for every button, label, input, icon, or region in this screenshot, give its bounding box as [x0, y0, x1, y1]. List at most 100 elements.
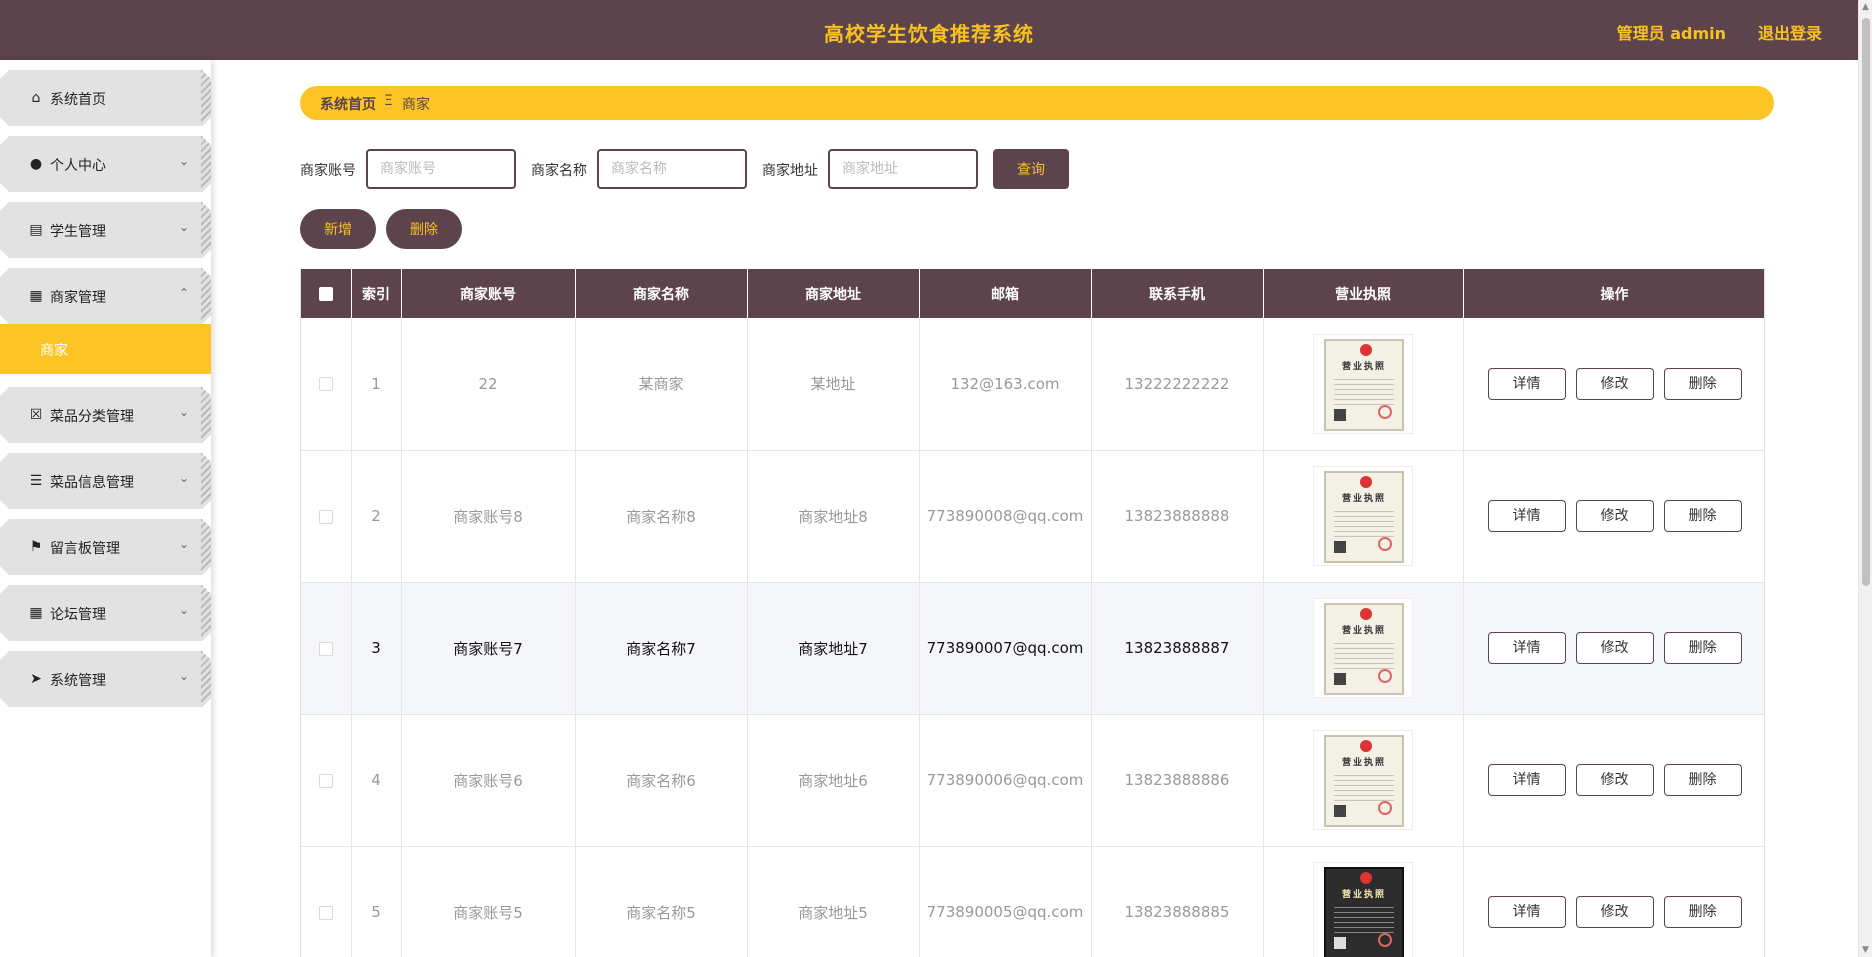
table-row[interactable]: 5 商家账号5 商家名称5 商家地址5 773890005@qq.com 138… — [301, 846, 1764, 957]
row-checkbox[interactable] — [318, 773, 333, 788]
row-checkbox[interactable] — [318, 377, 333, 392]
index-cell: 4 — [351, 714, 402, 847]
sidebar-item-forum-management[interactable]: ▦ 论坛管理 ⌄ — [0, 585, 211, 641]
row-checkbox[interactable] — [318, 641, 333, 656]
sidebar-item-student-management[interactable]: ▤ 学生管理 ⌄ — [0, 202, 211, 258]
account-cell: 商家账号5 — [401, 846, 576, 957]
table-row[interactable]: 2 商家账号8 商家名称8 商家地址8 773890008@qq.com 138… — [301, 450, 1764, 583]
license-cell: 营业执照 — [1263, 714, 1464, 847]
delete-button[interactable]: 删除 — [1663, 764, 1742, 796]
edit-button[interactable]: 修改 — [1575, 500, 1654, 532]
batch-delete-button[interactable]: 删除 — [386, 209, 462, 249]
menu-corner-decoration — [201, 651, 211, 707]
table-row[interactable]: 1 22 某商家 某地址 132@163.com 13222222222 营业执… — [301, 318, 1764, 451]
operation-cell: 详情 修改 删除 — [1463, 450, 1764, 583]
account-cell: 商家账号6 — [401, 714, 576, 847]
add-button[interactable]: 新增 — [300, 209, 376, 249]
menu-corner-decoration — [201, 519, 211, 575]
page-scrollbar[interactable]: ▲ ▼ — [1858, 0, 1872, 957]
delete-button[interactable]: 删除 — [1663, 896, 1742, 928]
detail-button[interactable]: 详情 — [1487, 500, 1566, 532]
sidebar-item-label: 个人中心 — [50, 158, 106, 174]
column-header: 营业执照 — [1263, 269, 1464, 318]
edit-button[interactable]: 修改 — [1575, 896, 1654, 928]
scrollbar-thumb[interactable] — [1862, 18, 1870, 586]
name-search-label: 商家名称 — [531, 163, 587, 179]
email-cell: 773890008@qq.com — [919, 450, 1092, 583]
row-checkbox[interactable] — [318, 509, 333, 524]
sidebar-item-label: 论坛管理 — [50, 607, 106, 623]
sidebar-item-label: 留言板管理 — [50, 541, 120, 557]
sidebar-item-dish-info-management[interactable]: ☰ 菜品信息管理 ⌄ — [0, 453, 211, 509]
sidebar-subitem-label: 商家 — [40, 343, 68, 359]
detail-button[interactable]: 详情 — [1487, 632, 1566, 664]
detail-button[interactable]: 详情 — [1487, 367, 1566, 400]
sidebar-item-label: 菜品信息管理 — [50, 475, 134, 491]
license-title: 营业执照 — [1341, 758, 1386, 768]
name-cell: 某商家 — [575, 318, 748, 451]
phone-cell: 13823888888 — [1091, 450, 1264, 583]
business-license-image[interactable]: 营业执照 — [1313, 466, 1413, 566]
index-cell: 2 — [351, 450, 402, 583]
row-select-cell[interactable] — [301, 318, 352, 451]
operation-cell: 详情 修改 删除 — [1463, 846, 1764, 957]
send-icon: ➤ — [30, 671, 42, 687]
address-search-input[interactable] — [828, 149, 978, 189]
menu-corner-decoration — [201, 202, 211, 258]
breadcrumb: 系统首页 Ξ 商家 — [300, 86, 1774, 120]
address-cell: 某地址 — [747, 318, 920, 451]
sidebar-subitem-merchant[interactable]: 商家 — [0, 324, 211, 374]
sidebar-item-dish-category-management[interactable]: ☒ 菜品分类管理 ⌄ — [0, 387, 211, 443]
phone-cell: 13823888885 — [1091, 846, 1264, 957]
grid-icon: ▦ — [29, 288, 43, 304]
row-select-cell[interactable] — [301, 582, 352, 715]
chevron-down-icon: ⌄ — [178, 220, 189, 234]
sidebar-item-home[interactable]: ⌂ 系统首页 — [0, 70, 211, 126]
business-license-image[interactable]: 营业执照 — [1313, 333, 1413, 434]
column-header: 操作 — [1463, 269, 1764, 318]
sidebar-item-message-board-management[interactable]: ⚑ 留言板管理 ⌄ — [0, 519, 211, 575]
business-license-image[interactable]: 营业执照 — [1313, 730, 1413, 830]
account-search-input[interactable] — [366, 149, 516, 189]
scroll-down-arrow-icon[interactable]: ▼ — [1862, 945, 1869, 955]
operation-cell: 详情 修改 删除 — [1463, 582, 1764, 715]
select-all-header[interactable] — [301, 269, 352, 318]
sidebar-item-merchant-management[interactable]: ▦ 商家管理 ⌃ — [0, 268, 211, 324]
scroll-up-arrow-icon[interactable]: ▲ — [1862, 2, 1869, 12]
account-cell: 商家账号7 — [401, 582, 576, 715]
delete-button[interactable]: 删除 — [1663, 632, 1742, 664]
merchant-table: 索引 商家账号 商家名称 商家地址 邮箱 联系手机 营业执照 操作 1 22 某… — [300, 269, 1765, 957]
edit-button[interactable]: 修改 — [1575, 367, 1654, 400]
row-select-cell[interactable] — [301, 846, 352, 957]
sidebar-item-system-management[interactable]: ➤ 系统管理 ⌄ — [0, 651, 211, 707]
business-license-image[interactable]: 营业执照 — [1313, 598, 1413, 698]
table-row[interactable]: 3 商家账号7 商家名称7 商家地址7 773890007@qq.com 138… — [301, 582, 1764, 715]
menu-corner-decoration — [201, 453, 211, 509]
breadcrumb-home[interactable]: 系统首页 — [320, 94, 376, 114]
row-select-cell[interactable] — [301, 714, 352, 847]
table-header-row: 索引 商家账号 商家名称 商家地址 邮箱 联系手机 营业执照 操作 — [301, 269, 1764, 318]
logout-link[interactable]: 退出登录 — [1758, 20, 1822, 44]
row-checkbox[interactable] — [318, 905, 333, 920]
chevron-down-icon: ⌄ — [178, 603, 189, 617]
edit-button[interactable]: 修改 — [1575, 632, 1654, 664]
phone-cell: 13823888887 — [1091, 582, 1264, 715]
license-cell: 营业执照 — [1263, 450, 1464, 583]
edit-button[interactable]: 修改 — [1575, 764, 1654, 796]
name-search-input[interactable] — [597, 149, 747, 189]
select-all-checkbox[interactable] — [318, 286, 333, 301]
delete-button[interactable]: 删除 — [1663, 367, 1742, 400]
sidebar-item-personal-center[interactable]: ● 个人中心 ⌄ — [0, 136, 211, 192]
delete-button[interactable]: 删除 — [1663, 500, 1742, 532]
row-select-cell[interactable] — [301, 450, 352, 583]
table-row[interactable]: 4 商家账号6 商家名称6 商家地址6 773890006@qq.com 138… — [301, 714, 1764, 847]
query-button[interactable]: 查询 — [993, 149, 1069, 189]
business-license-image[interactable]: 营业执照 — [1313, 862, 1413, 957]
license-cell: 营业执照 — [1263, 846, 1464, 957]
menu-corner-decoration — [201, 387, 211, 443]
detail-button[interactable]: 详情 — [1487, 896, 1566, 928]
sidebar-item-label: 系统首页 — [50, 92, 106, 108]
detail-button[interactable]: 详情 — [1487, 764, 1566, 796]
chevron-down-icon: ⌄ — [178, 471, 189, 485]
license-cell: 营业执照 — [1263, 582, 1464, 715]
